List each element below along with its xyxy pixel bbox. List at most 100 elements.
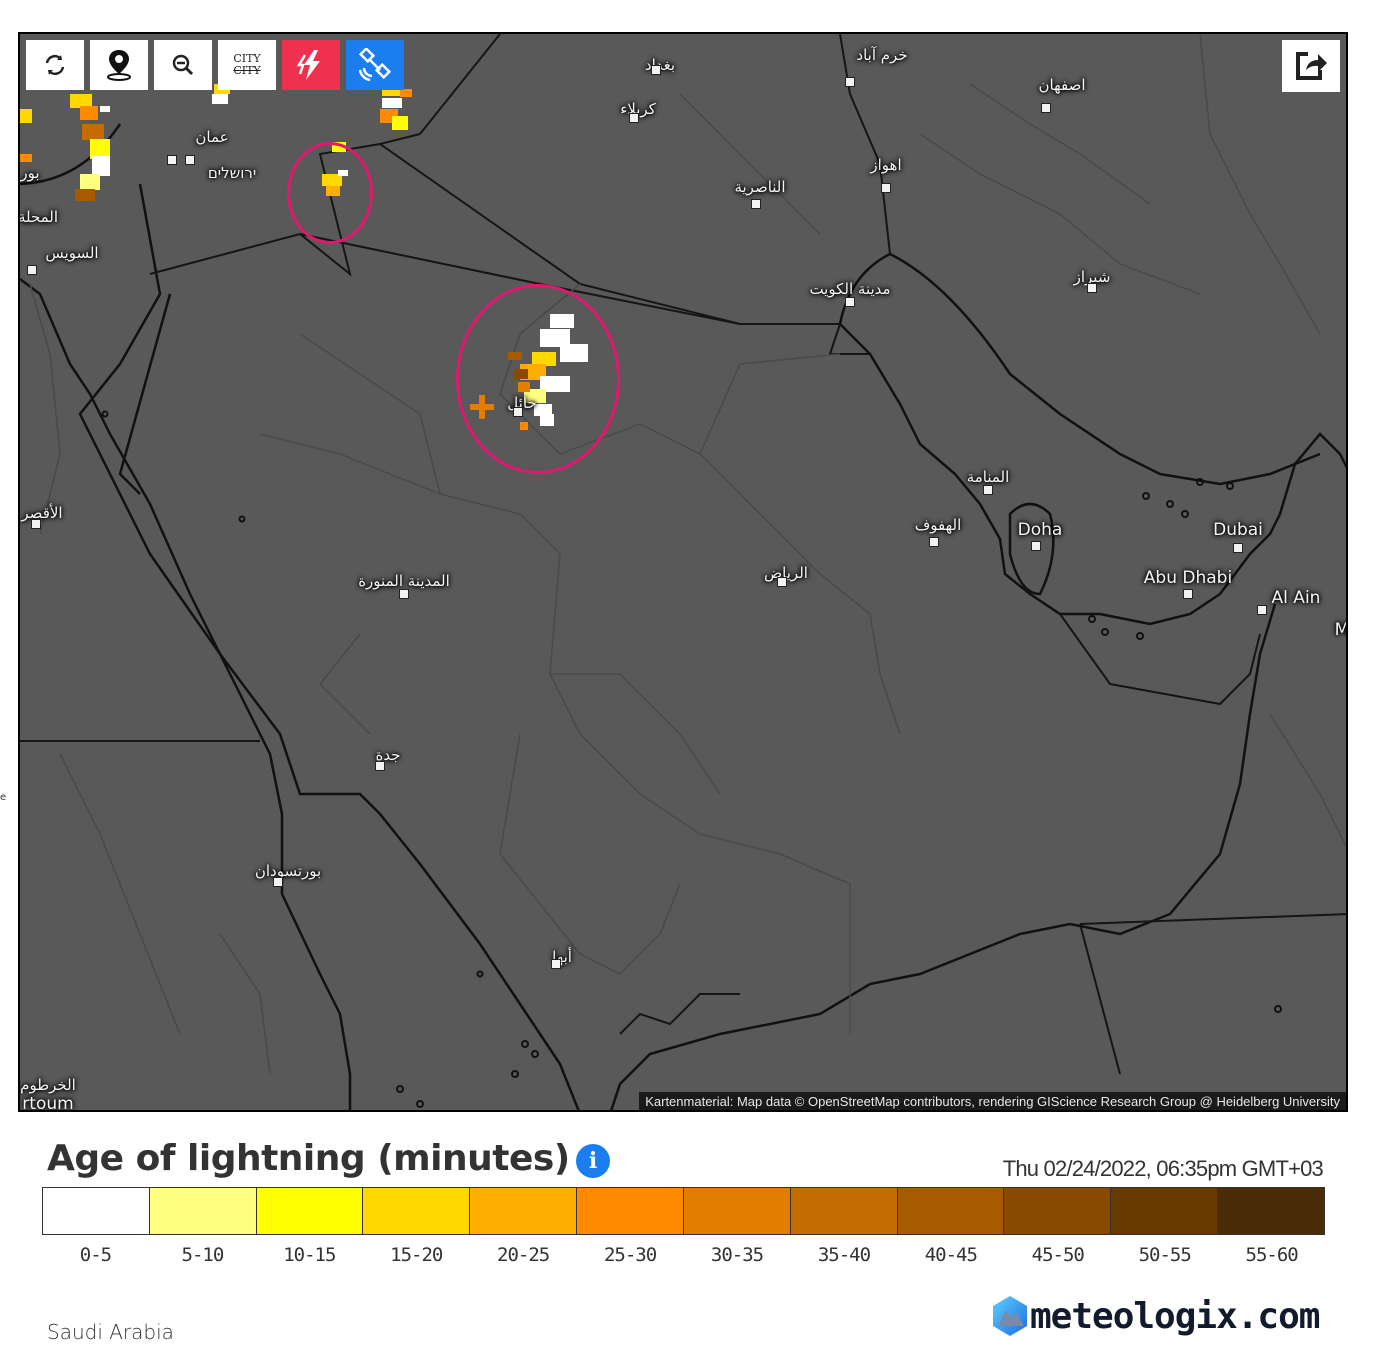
city-label: ירושלים (207, 164, 257, 182)
refresh-icon (45, 54, 65, 76)
legend-tick: 40-45 (924, 1244, 978, 1266)
legend-tick: 35-40 (817, 1244, 871, 1266)
highlight-circle-north (287, 142, 373, 244)
legend-swatch (363, 1188, 471, 1234)
legend-tick: 30-35 (710, 1244, 764, 1266)
city-marker-icon (651, 65, 661, 75)
city-marker-icon (983, 485, 993, 495)
map-attribution: Kartenmaterial: Map data © OpenStreetMap… (639, 1092, 1346, 1110)
city-label: Abu Dhabi (1143, 568, 1233, 588)
satellite-layer-button[interactable] (346, 40, 404, 90)
legend-tick: 50-55 (1138, 1244, 1192, 1266)
legend-swatch (1004, 1188, 1112, 1234)
share-icon (1296, 52, 1327, 80)
zoom-out-button[interactable] (154, 40, 212, 90)
brand-name: meteologix.com (1030, 1295, 1320, 1337)
city-label: السويس (45, 244, 99, 262)
legend-tick: 55-60 (1245, 1244, 1299, 1266)
city-label: الأقصر (21, 504, 63, 522)
city-marker-icon (27, 265, 37, 275)
legend-tick: 5-10 (181, 1244, 225, 1266)
page-edge-mark: e (0, 792, 7, 803)
legend-title: Age of lightning (minutes) (47, 1138, 570, 1179)
city-label: الهفوف (914, 516, 962, 534)
city-toggle-bottom: CITY (233, 64, 261, 77)
satellite-icon (358, 48, 392, 82)
city-marker-icon (751, 199, 761, 209)
city-marker-icon (845, 77, 855, 87)
city-marker-icon (881, 183, 891, 193)
city-marker-icon (375, 761, 385, 771)
legend-swatch (790, 1188, 898, 1234)
city-marker-icon (1233, 543, 1243, 553)
city-label: Doha (1017, 520, 1063, 540)
city-marker-icon (273, 877, 283, 887)
locate-button[interactable] (90, 40, 148, 90)
legend-swatch (1111, 1188, 1219, 1234)
lightning-icon (296, 50, 320, 80)
legend-swatch (256, 1188, 364, 1234)
city-label: اصفهان (1038, 76, 1086, 94)
city-marker-icon (1087, 283, 1097, 293)
city-marker-icon (399, 589, 409, 599)
map-pin-icon (107, 50, 131, 81)
city-label: الخرطوم (20, 1076, 76, 1094)
city-marker-icon (1041, 103, 1051, 113)
zoom-out-icon (172, 54, 194, 76)
info-icon[interactable]: i (576, 1144, 610, 1178)
legend-tick: 0-5 (79, 1244, 112, 1266)
city-label: اهواز (870, 156, 902, 174)
city-marker-icon (1031, 541, 1041, 551)
legend-swatch (470, 1188, 578, 1234)
city-marker-icon (777, 577, 787, 587)
legend-swatch (1218, 1188, 1324, 1234)
city-label: المحلة (18, 208, 59, 226)
legend-tick: 10-15 (283, 1244, 336, 1266)
city-marker-icon (31, 519, 41, 529)
legend-tick-labels: 0-5 5-10 10-15 15-20 20-25 25-30 30-35 35-40 40-… (42, 1244, 1325, 1266)
city-marker-icon (1257, 605, 1267, 615)
city-label: المنامة (966, 468, 1010, 486)
city-label: Dubai (1213, 520, 1263, 540)
city-marker-icon (929, 537, 939, 547)
region-name: Saudi Arabia (47, 1320, 174, 1344)
lightning-layer-button[interactable] (282, 40, 340, 90)
meteologix-logo-icon (993, 1296, 1027, 1336)
share-button[interactable] (1282, 40, 1340, 92)
city-marker-icon (513, 407, 523, 417)
city-label: عمان (195, 128, 229, 146)
legend-swatch (577, 1188, 684, 1234)
city-marker-icon (185, 155, 195, 165)
strike-cluster-west (20, 94, 110, 201)
legend-tick: 15-20 (390, 1244, 443, 1266)
city-label: بورتسودان (254, 862, 322, 880)
city-marker-icon (1183, 589, 1193, 599)
map-timestamp: Thu 02/24/2022, 06:35pm GMT+03 (1002, 1156, 1324, 1181)
city-label: خرم آباد (856, 46, 908, 64)
legend-colorbar (42, 1187, 1325, 1235)
city-label: rtoum (22, 1094, 74, 1112)
city-marker-icon (629, 113, 639, 123)
legend-swatch (149, 1188, 257, 1234)
city-label: M (1334, 620, 1348, 640)
legend-tick: 45-50 (1031, 1244, 1085, 1266)
lightning-map[interactable]: بغدادكربلاءخرم آباداصفهاناهوازالناصريةعم… (18, 32, 1348, 1112)
brand-logo[interactable]: meteologix.com (990, 1294, 1320, 1338)
city-marker-icon (167, 155, 177, 165)
legend-swatch (897, 1188, 1005, 1234)
legend-swatch (683, 1188, 791, 1234)
highlight-circle-hail (456, 284, 620, 474)
city-label: Al Ain (1271, 588, 1321, 608)
legend-tick: 20-25 (497, 1244, 550, 1266)
city-label: الناصرية (734, 178, 786, 196)
city-marker-icon (551, 959, 561, 969)
city-label: المدينة المنورة (358, 572, 450, 590)
city-marker-icon (845, 297, 855, 307)
city-label: مدينة الكويت (809, 280, 891, 298)
legend-swatch (43, 1188, 150, 1234)
city-label: بور (20, 164, 40, 182)
legend-tick: 25-30 (603, 1244, 657, 1266)
refresh-button[interactable] (26, 40, 84, 90)
strike-cluster-iraq-west (380, 84, 412, 130)
city-labels-toggle[interactable]: CITY CITY (218, 40, 276, 90)
